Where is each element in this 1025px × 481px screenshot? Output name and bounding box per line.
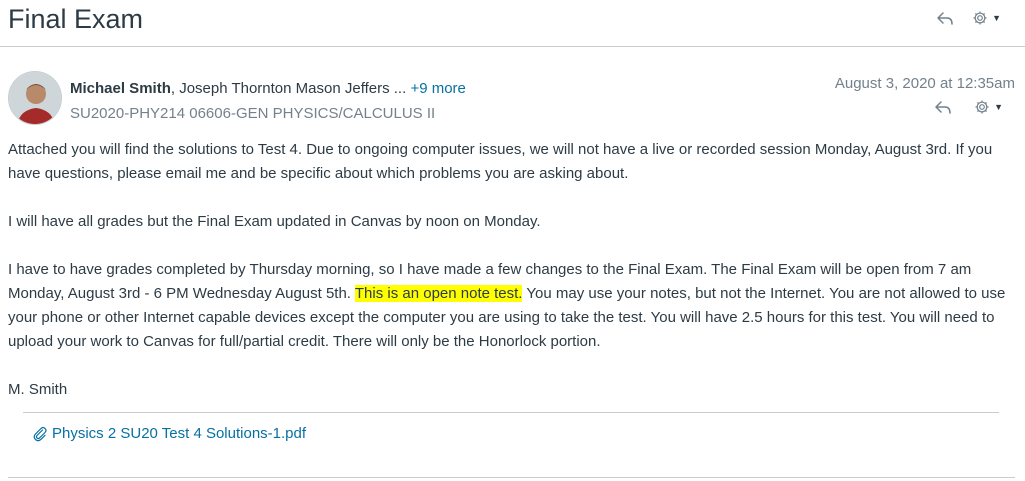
recipients-list: , Joseph Thornton Mason Jeffers ... <box>170 80 407 97</box>
message-actions: ▼ <box>934 99 1003 115</box>
body-paragraph: Attached you will find the solutions to … <box>8 141 993 182</box>
gear-icon <box>975 100 989 114</box>
body-paragraph: I have to have grades completed by Thurs… <box>8 258 1020 354</box>
attachment-divider <box>23 412 999 413</box>
attachment-link[interactable]: Physics 2 SU20 Test 4 Solutions-1.pdf <box>32 425 306 442</box>
message-settings-button[interactable]: ▼ <box>974 99 1003 115</box>
avatar[interactable] <box>8 71 62 125</box>
body-paragraph: I will have all grades but the Final Exa… <box>8 213 541 230</box>
paperclip-icon <box>33 426 47 441</box>
message-body: Attached you will find the solutions to … <box>8 138 1020 402</box>
conversation-actions: ▼ <box>936 10 1001 26</box>
chevron-down-icon: ▼ <box>992 13 1001 23</box>
reply-all-button[interactable] <box>936 10 954 26</box>
author-name: Michael Smith <box>70 80 171 97</box>
gear-icon <box>973 11 987 25</box>
reply-icon <box>937 12 953 25</box>
attachment-filename: Physics 2 SU20 Test 4 Solutions-1.pdf <box>52 425 307 442</box>
course-name: SU2020-PHY214 06606-GEN PHYSICS/CALCULUS… <box>70 105 436 122</box>
more-recipients-link[interactable]: +9 more <box>410 80 465 97</box>
reply-button[interactable] <box>934 99 952 115</box>
message-date: August 3, 2020 at 12:35am <box>834 75 1015 92</box>
reply-icon <box>935 101 951 114</box>
conversation-header: Final Exam ▼ <box>0 0 1025 47</box>
message-divider <box>8 477 1015 478</box>
chevron-down-icon: ▼ <box>994 102 1003 112</box>
page-title: Final Exam <box>8 4 144 34</box>
highlighted-text: This is an open note test. <box>354 285 523 302</box>
message-participants: Michael Smith, Joseph Thornton Mason Jef… <box>70 80 466 97</box>
signature: M. Smith <box>8 381 68 398</box>
conversation-settings-button[interactable]: ▼ <box>972 10 1001 26</box>
author-photo <box>9 72 61 124</box>
